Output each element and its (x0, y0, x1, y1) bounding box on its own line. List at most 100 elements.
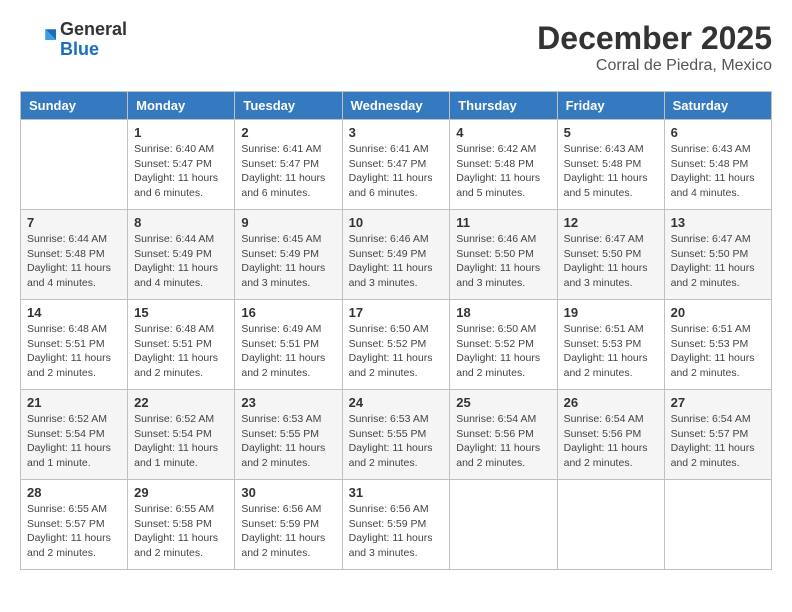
calendar-cell: 10 Sunrise: 6:46 AMSunset: 5:49 PMDayligh… (342, 210, 450, 300)
day-info: Sunrise: 6:46 AMSunset: 5:49 PMDaylight:… (349, 232, 444, 291)
calendar-week-4: 21 Sunrise: 6:52 AMSunset: 5:54 PMDayligh… (21, 390, 772, 480)
calendar-week-1: 1 Sunrise: 6:40 AMSunset: 5:47 PMDaylight… (21, 120, 772, 210)
calendar-table: Sunday Monday Tuesday Wednesday Thursday… (20, 91, 772, 570)
col-sunday: Sunday (21, 92, 128, 120)
col-tuesday: Tuesday (235, 92, 342, 120)
col-saturday: Saturday (664, 92, 771, 120)
day-info: Sunrise: 6:53 AMSunset: 5:55 PMDaylight:… (349, 412, 444, 471)
day-info: Sunrise: 6:45 AMSunset: 5:49 PMDaylight:… (241, 232, 335, 291)
day-number: 28 (27, 485, 121, 500)
day-number: 21 (27, 395, 121, 410)
day-number: 31 (349, 485, 444, 500)
day-info: Sunrise: 6:41 AMSunset: 5:47 PMDaylight:… (241, 142, 335, 201)
calendar-cell: 18Sunrise: 6:50 AMSunset: 5:52 PMDayligh… (450, 300, 557, 390)
calendar-cell: 9 Sunrise: 6:45 AMSunset: 5:49 PMDaylight… (235, 210, 342, 300)
col-wednesday: Wednesday (342, 92, 450, 120)
day-info: Sunrise: 6:56 AMSunset: 5:59 PMDaylight:… (349, 502, 444, 561)
calendar-cell: 15Sunrise: 6:48 AMSunset: 5:51 PMDayligh… (128, 300, 235, 390)
day-number: 14 (27, 305, 121, 320)
day-info: Sunrise: 6:46 AMSunset: 5:50 PMDaylight:… (456, 232, 550, 291)
day-number: 12 (564, 215, 658, 230)
day-info: Sunrise: 6:54 AMSunset: 5:56 PMDaylight:… (564, 412, 658, 471)
day-number: 4 (456, 125, 550, 140)
logo-general: General (60, 20, 127, 40)
calendar-cell: 2Sunrise: 6:41 AMSunset: 5:47 PMDaylight… (235, 120, 342, 210)
calendar-cell: 6 Sunrise: 6:43 AMSunset: 5:48 PMDaylight… (664, 120, 771, 210)
calendar-cell: 12 Sunrise: 6:47 AMSunset: 5:50 PMDayligh… (557, 210, 664, 300)
calendar-cell: 7Sunrise: 6:44 AMSunset: 5:48 PMDaylight… (21, 210, 128, 300)
day-number: 11 (456, 215, 550, 230)
day-number: 20 (671, 305, 765, 320)
day-number: 19 (564, 305, 658, 320)
day-number: 26 (564, 395, 658, 410)
day-info: Sunrise: 6:42 AMSunset: 5:48 PMDaylight:… (456, 142, 550, 201)
day-info: Sunrise: 6:43 AMSunset: 5:48 PMDaylight:… (564, 142, 658, 201)
col-monday: Monday (128, 92, 235, 120)
day-info: Sunrise: 6:41 AMSunset: 5:47 PMDaylight:… (349, 142, 444, 201)
calendar-cell (450, 480, 557, 570)
day-info: Sunrise: 6:48 AMSunset: 5:51 PMDaylight:… (27, 322, 121, 381)
calendar-cell: 31 Sunrise: 6:56 AMSunset: 5:59 PMDayligh… (342, 480, 450, 570)
day-number: 27 (671, 395, 765, 410)
day-number: 6 (671, 125, 765, 140)
day-info: Sunrise: 6:44 AMSunset: 5:48 PMDaylight:… (27, 232, 121, 291)
calendar-cell: 30Sunrise: 6:56 AMSunset: 5:59 PMDayligh… (235, 480, 342, 570)
calendar-week-2: 7Sunrise: 6:44 AMSunset: 5:48 PMDaylight… (21, 210, 772, 300)
col-thursday: Thursday (450, 92, 557, 120)
day-number: 24 (349, 395, 444, 410)
logo-blue: Blue (60, 40, 127, 60)
calendar-cell: 20 Sunrise: 6:51 AMSunset: 5:53 PMDayligh… (664, 300, 771, 390)
calendar-cell (557, 480, 664, 570)
day-info: Sunrise: 6:47 AMSunset: 5:50 PMDaylight:… (564, 232, 658, 291)
calendar-cell: 1 Sunrise: 6:40 AMSunset: 5:47 PMDaylight… (128, 120, 235, 210)
day-number: 3 (349, 125, 444, 140)
calendar-cell: 11 Sunrise: 6:46 AMSunset: 5:50 PMDayligh… (450, 210, 557, 300)
day-info: Sunrise: 6:40 AMSunset: 5:47 PMDaylight:… (134, 142, 228, 201)
day-number: 23 (241, 395, 335, 410)
day-info: Sunrise: 6:49 AMSunset: 5:51 PMDaylight:… (241, 322, 335, 381)
day-number: 13 (671, 215, 765, 230)
day-info: Sunrise: 6:50 AMSunset: 5:52 PMDaylight:… (349, 322, 444, 381)
calendar-cell: 28 Sunrise: 6:55 AMSunset: 5:57 PMDayligh… (21, 480, 128, 570)
day-number: 10 (349, 215, 444, 230)
calendar-cell: 5Sunrise: 6:43 AMSunset: 5:48 PMDaylight… (557, 120, 664, 210)
calendar-cell (664, 480, 771, 570)
calendar-header-row: Sunday Monday Tuesday Wednesday Thursday… (21, 92, 772, 120)
day-info: Sunrise: 6:55 AMSunset: 5:58 PMDaylight:… (134, 502, 228, 561)
day-number: 25 (456, 395, 550, 410)
day-number: 17 (349, 305, 444, 320)
day-info: Sunrise: 6:55 AMSunset: 5:57 PMDaylight:… (27, 502, 121, 561)
calendar-cell: 21 Sunrise: 6:52 AMSunset: 5:54 PMDayligh… (21, 390, 128, 480)
day-info: Sunrise: 6:56 AMSunset: 5:59 PMDaylight:… (241, 502, 335, 561)
calendar-cell: 8 Sunrise: 6:44 AMSunset: 5:49 PMDaylight… (128, 210, 235, 300)
day-info: Sunrise: 6:54 AMSunset: 5:56 PMDaylight:… (456, 412, 550, 471)
calendar-cell: 22 Sunrise: 6:52 AMSunset: 5:54 PMDayligh… (128, 390, 235, 480)
calendar-cell: 24 Sunrise: 6:53 AMSunset: 5:55 PMDayligh… (342, 390, 450, 480)
col-friday: Friday (557, 92, 664, 120)
day-info: Sunrise: 6:52 AMSunset: 5:54 PMDaylight:… (27, 412, 121, 471)
day-info: Sunrise: 6:53 AMSunset: 5:55 PMDaylight:… (241, 412, 335, 471)
calendar-cell: 4 Sunrise: 6:42 AMSunset: 5:48 PMDaylight… (450, 120, 557, 210)
day-number: 9 (241, 215, 335, 230)
day-info: Sunrise: 6:44 AMSunset: 5:49 PMDaylight:… (134, 232, 228, 291)
calendar-cell: 25 Sunrise: 6:54 AMSunset: 5:56 PMDayligh… (450, 390, 557, 480)
day-info: Sunrise: 6:54 AMSunset: 5:57 PMDaylight:… (671, 412, 765, 471)
calendar-cell: 17 Sunrise: 6:50 AMSunset: 5:52 PMDayligh… (342, 300, 450, 390)
calendar-cell: 26 Sunrise: 6:54 AMSunset: 5:56 PMDayligh… (557, 390, 664, 480)
day-number: 16 (241, 305, 335, 320)
day-info: Sunrise: 6:43 AMSunset: 5:48 PMDaylight:… (671, 142, 765, 201)
day-number: 15 (134, 305, 228, 320)
day-number: 29 (134, 485, 228, 500)
day-number: 22 (134, 395, 228, 410)
logo: General Blue (20, 20, 127, 60)
calendar-cell: 27 Sunrise: 6:54 AMSunset: 5:57 PMDayligh… (664, 390, 771, 480)
title-block: December 2025 Corral de Piedra, Mexico (537, 20, 772, 75)
calendar-cell: 14 Sunrise: 6:48 AMSunset: 5:51 PMDayligh… (21, 300, 128, 390)
day-number: 8 (134, 215, 228, 230)
calendar-cell: 16 Sunrise: 6:49 AMSunset: 5:51 PMDayligh… (235, 300, 342, 390)
calendar-week-5: 28 Sunrise: 6:55 AMSunset: 5:57 PMDayligh… (21, 480, 772, 570)
day-info: Sunrise: 6:52 AMSunset: 5:54 PMDaylight:… (134, 412, 228, 471)
day-number: 18 (456, 305, 550, 320)
day-number: 1 (134, 125, 228, 140)
day-info: Sunrise: 6:51 AMSunset: 5:53 PMDaylight:… (671, 322, 765, 381)
